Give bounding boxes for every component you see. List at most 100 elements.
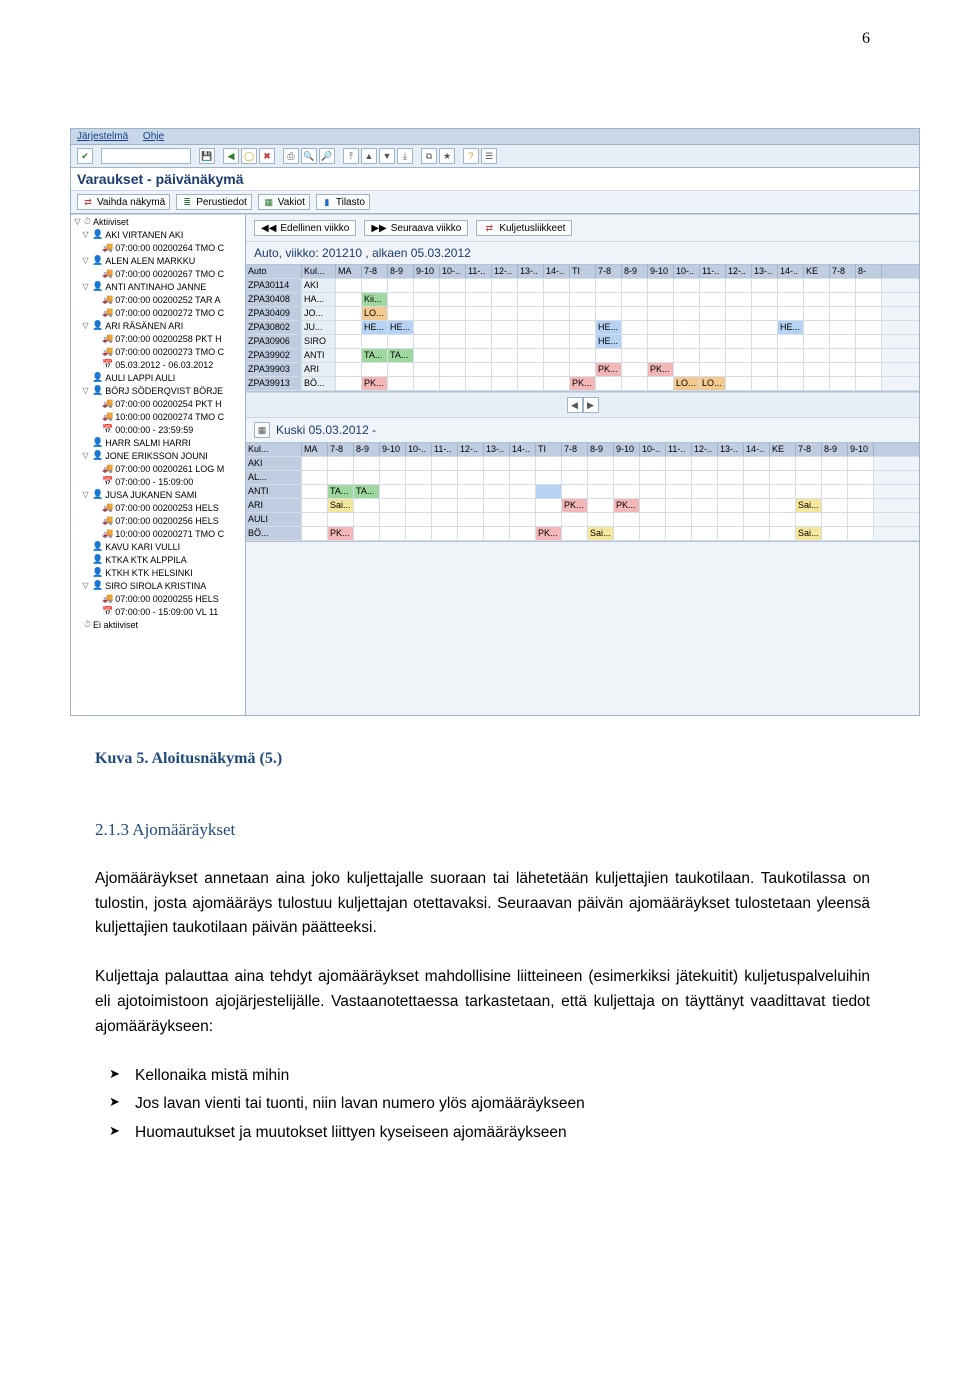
grid-cell[interactable]	[856, 279, 882, 292]
grid-header-cell[interactable]: 9-10	[848, 443, 874, 456]
grid-cell[interactable]	[354, 471, 380, 484]
grid-cell[interactable]	[726, 279, 752, 292]
grid-cell[interactable]	[848, 499, 874, 512]
grid-header-cell[interactable]: 12-..	[492, 265, 518, 278]
grid-cell[interactable]	[752, 349, 778, 362]
grid-cell[interactable]	[596, 307, 622, 320]
grid-cell[interactable]	[510, 527, 536, 540]
print-icon[interactable]: ⎙	[283, 148, 299, 164]
grid-header-cell[interactable]: 10-..	[640, 443, 666, 456]
grid-cell[interactable]	[726, 293, 752, 306]
grid-cell[interactable]	[414, 307, 440, 320]
grid-cell[interactable]: PK...	[562, 499, 588, 512]
grid-cell[interactable]	[518, 377, 544, 390]
grid-cell[interactable]	[362, 335, 388, 348]
grid-cell[interactable]: PK...	[328, 527, 354, 540]
grid-cell[interactable]	[752, 321, 778, 334]
page-first-icon[interactable]: ⤒	[343, 148, 359, 164]
grid-cell[interactable]	[328, 471, 354, 484]
grid-cell[interactable]	[744, 527, 770, 540]
grid-cell[interactable]: Sai...	[588, 527, 614, 540]
grid-cell[interactable]	[822, 513, 848, 526]
grid-cell[interactable]	[406, 499, 432, 512]
grid-cell[interactable]	[466, 363, 492, 376]
grid-cell[interactable]	[752, 293, 778, 306]
tree-node[interactable]: 🚚07:00:00 00200261 LOG M	[71, 462, 245, 475]
grid-cell[interactable]: Sai...	[796, 499, 822, 512]
grid-cell[interactable]: HE...	[388, 321, 414, 334]
constants-button[interactable]: ▦ Vakiot	[258, 194, 310, 210]
tree-node[interactable]: 🚚07:00:00 00200267 TMO C	[71, 267, 245, 280]
grid-cell[interactable]	[544, 377, 570, 390]
grid-cell[interactable]	[336, 279, 362, 292]
grid-cell[interactable]	[466, 377, 492, 390]
grid-cell[interactable]	[570, 293, 596, 306]
grid-cell[interactable]	[440, 279, 466, 292]
grid-cell[interactable]	[622, 279, 648, 292]
grid-cell[interactable]	[848, 513, 874, 526]
grid-cell[interactable]	[362, 363, 388, 376]
exit-icon[interactable]: ◯	[241, 148, 257, 164]
grid-cell[interactable]	[466, 349, 492, 362]
grid-cell[interactable]	[614, 527, 640, 540]
tree-node[interactable]: ▽👤BÖRJ SÖDERQVIST BÖRJE	[71, 384, 245, 397]
grid-row[interactable]: ANTITA...TA...	[246, 485, 919, 499]
grid-cell[interactable]	[744, 457, 770, 470]
grid-cell[interactable]	[414, 363, 440, 376]
grid-cell[interactable]	[380, 471, 406, 484]
tree-toggle-icon[interactable]: ▽	[81, 386, 90, 395]
tree-node[interactable]: 📅05.03.2012 - 06.03.2012	[71, 358, 245, 371]
grid-cell[interactable]	[510, 471, 536, 484]
grid-cell[interactable]	[484, 527, 510, 540]
cancel-icon[interactable]: ✖	[259, 148, 275, 164]
grid-cell[interactable]: HE...	[362, 321, 388, 334]
grid-cell[interactable]	[484, 471, 510, 484]
grid-cell[interactable]	[822, 499, 848, 512]
grid-header-cell[interactable]: 10-..	[440, 265, 466, 278]
grid-cell[interactable]	[440, 293, 466, 306]
grid-cell[interactable]	[770, 485, 796, 498]
grid-cell[interactable]	[700, 279, 726, 292]
page-last-icon[interactable]: ⤓	[397, 148, 413, 164]
grid-cell[interactable]	[440, 321, 466, 334]
tree-node[interactable]: 🚚07:00:00 00200272 TMO C	[71, 306, 245, 319]
grid-row[interactable]: ZPA30408HA...Kii...	[246, 293, 919, 307]
grid-cell[interactable]	[302, 471, 328, 484]
grid-row[interactable]: ZPA30906SIROHE...	[246, 335, 919, 349]
grid-cell[interactable]	[570, 363, 596, 376]
grid-cell[interactable]	[380, 499, 406, 512]
grid-cell[interactable]	[648, 279, 674, 292]
grid-row[interactable]: ZPA39913BÖ...PK...PK...LO...LO...	[246, 377, 919, 391]
grid-cell[interactable]	[804, 293, 830, 306]
grid-cell[interactable]	[700, 307, 726, 320]
grid-header-cell[interactable]: KE	[804, 265, 830, 278]
grid-cell[interactable]	[830, 335, 856, 348]
ok-icon[interactable]: ✔	[77, 148, 93, 164]
grid-cell[interactable]	[770, 527, 796, 540]
grid-row[interactable]: ZPA30114AKI	[246, 279, 919, 293]
tree-node[interactable]: ▽👤ALEN ALEN MARKKU	[71, 254, 245, 267]
grid-cell[interactable]	[622, 307, 648, 320]
horizontal-scrollbar[interactable]: ◀ ▶	[246, 392, 919, 417]
grid-cell[interactable]	[674, 363, 700, 376]
tree-node[interactable]: ▽👤ANTI ANTINAHO JANNE	[71, 280, 245, 293]
grid-cell[interactable]	[388, 363, 414, 376]
grid-cell[interactable]	[536, 485, 562, 498]
grid-cell[interactable]	[544, 307, 570, 320]
tree-node[interactable]: 🚚10:00:00 00200274 TMO C	[71, 410, 245, 423]
grid-cell[interactable]	[770, 499, 796, 512]
grid-cell[interactable]	[796, 457, 822, 470]
back-icon[interactable]: ◀	[223, 148, 239, 164]
grid-cell[interactable]	[718, 513, 744, 526]
grid-cell[interactable]: Kii...	[362, 293, 388, 306]
grid-header-cell[interactable]: 9-10	[648, 265, 674, 278]
grid-cell[interactable]	[822, 485, 848, 498]
grid-cell[interactable]	[492, 293, 518, 306]
grid-header-cell[interactable]: 10-..	[674, 265, 700, 278]
grid-cell[interactable]	[518, 349, 544, 362]
grid-cell[interactable]: TA...	[354, 485, 380, 498]
grid-cell[interactable]	[718, 499, 744, 512]
grid-cell[interactable]	[640, 471, 666, 484]
grid-cell[interactable]	[406, 527, 432, 540]
tree-node[interactable]: 📅07:00:00 - 15:09:00 VL 11	[71, 605, 245, 618]
